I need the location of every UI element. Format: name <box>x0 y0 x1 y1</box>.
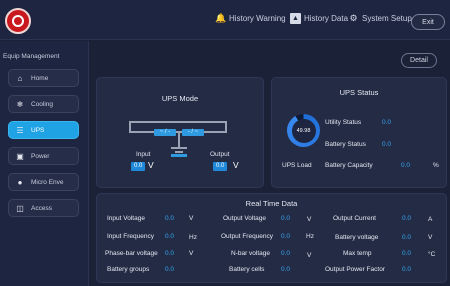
drop-icon: ● <box>17 177 23 187</box>
rectifier-module: ~ / - <box>154 129 176 136</box>
exit-button[interactable]: Exit <box>411 14 445 30</box>
sidebar-item-ups[interactable]: ☰ UPS <box>8 121 79 139</box>
bell-icon: 🔔 <box>215 13 227 23</box>
ups-mode-title: UPS Mode <box>161 94 199 103</box>
sidebar-item-cooling[interactable]: ❄ Cooling <box>8 95 79 113</box>
rt-label: Phase-bar voltage <box>105 250 158 257</box>
battery-capacity-value: 0.0 <box>401 162 411 169</box>
system-setup-link[interactable]: ⚙ System Setup <box>348 13 412 24</box>
rt-label: Battery cells <box>229 266 265 273</box>
main-content: Detail UPS Mode ~ / - - / ~ Input 0.0 V … <box>92 41 450 286</box>
rt-label: Output Voltage <box>223 215 267 222</box>
battery-status-value: 0.0 <box>382 141 392 148</box>
power-icon: ▣ <box>16 151 24 161</box>
battery-symbol-top <box>171 147 187 149</box>
sidebar-item-access[interactable]: ◫ Access <box>8 199 79 217</box>
sidebar-item-label: Home <box>31 74 49 82</box>
sidebar-item-label: Power <box>31 152 50 160</box>
battery-symbol-bottom <box>175 151 183 153</box>
sidebar-item-power[interactable]: ▣ Power <box>8 147 79 165</box>
rt-value: 0.0 <box>281 215 291 222</box>
sidebar-item-micro-enve[interactable]: ● Micro Enve <box>8 173 79 191</box>
history-warning-link[interactable]: 🔔 History Warning <box>215 13 286 24</box>
rt-label: Battery groups <box>107 266 150 273</box>
rt-value: 0.0 <box>281 266 291 273</box>
rt-value: 0.0 <box>402 215 412 222</box>
ups-load-gauge: 49.98 <box>287 114 320 147</box>
history-data-label: History Data <box>304 14 349 23</box>
home-icon: ⌂ <box>17 73 23 83</box>
rt-label: Battery voltage <box>335 234 379 241</box>
input-value: 0.0 <box>131 162 146 171</box>
battery-link <box>178 133 180 147</box>
input-unit: V <box>148 160 154 170</box>
brand-logo <box>5 8 31 34</box>
rt-unit: V <box>307 216 312 223</box>
rt-unit: V <box>189 215 194 222</box>
history-data-link[interactable]: ▲ History Data <box>290 13 348 24</box>
ups-status-title: UPS Status <box>339 88 379 97</box>
rt-unit: A <box>428 216 433 223</box>
sidebar-item-label: UPS <box>31 126 45 134</box>
rt-value: 0.0 <box>402 234 412 241</box>
rt-label: Output Frequency <box>221 233 274 240</box>
rt-value: 0.0 <box>165 266 175 273</box>
sidebar-item-label: Micro Enve <box>31 178 64 186</box>
system-setup-label: System Setup <box>362 14 412 23</box>
sidebar-item-home[interactable]: ⌂ Home <box>8 69 79 87</box>
rt-value: 0.0 <box>281 233 291 240</box>
detail-button[interactable]: Detail <box>401 53 437 68</box>
top-bar: 🔔 History Warning ▲ History Data ⚙ Syste… <box>0 0 450 40</box>
ups-load-value: 49.98 <box>291 118 316 143</box>
sidebar: Equip Management ⌂ Home ❄ Cooling ☰ UPS … <box>0 41 89 286</box>
rt-label: Output Current <box>333 215 376 222</box>
battery-status-label: Battery Status <box>325 141 366 148</box>
rt-unit: V <box>428 234 433 241</box>
chart-icon: ▲ <box>290 13 301 24</box>
output-label: Output <box>210 151 230 158</box>
rt-value: 0.0 <box>281 250 291 257</box>
rt-value: 0.0 <box>402 266 412 273</box>
ups-load-label: UPS Load <box>282 162 312 169</box>
rt-value: 0.0 <box>165 215 175 222</box>
output-value: 0.0 <box>213 162 228 171</box>
upper-bus-line <box>129 121 227 123</box>
ups-icon: ☰ <box>16 125 24 135</box>
rt-unit: V <box>189 250 194 257</box>
rt-unit: Hz <box>189 234 197 241</box>
rt-unit: V <box>307 252 312 259</box>
rt-label: Output Power Factor <box>325 266 385 273</box>
gear-icon: ⚙ <box>349 13 358 23</box>
sidebar-title: Equip Management <box>3 53 60 60</box>
rt-value: 0.0 <box>165 250 175 257</box>
battery-bar <box>171 154 187 157</box>
inverter-module: - / ~ <box>182 129 204 136</box>
history-warning-label: History Warning <box>229 14 286 23</box>
utility-status-value: 0.0 <box>382 119 392 126</box>
battery-capacity-unit: % <box>433 162 439 169</box>
real-time-data-panel: Real Time Data Input Voltage 0.0 V Outpu… <box>96 193 447 283</box>
rt-label: Max temp <box>343 250 372 257</box>
sidebar-item-label: Access <box>31 204 52 212</box>
rt-label: N-bar voltage <box>231 250 271 257</box>
input-label: Input <box>136 151 151 158</box>
rt-unit: Hz <box>306 233 314 240</box>
utility-status-label: Utility Status <box>325 119 362 126</box>
output-unit: V <box>233 160 239 170</box>
rt-label: Input Voltage <box>107 215 145 222</box>
access-icon: ◫ <box>16 203 24 213</box>
rt-value: 0.0 <box>165 233 175 240</box>
battery-capacity-label: Battery Capacity <box>325 162 373 169</box>
rt-value: 0.0 <box>402 250 412 257</box>
rt-unit: °C <box>428 251 436 258</box>
rt-label: Input Frequency <box>107 233 154 240</box>
ups-mode-panel: UPS Mode ~ / - - / ~ Input 0.0 V Output … <box>96 77 264 188</box>
snowflake-icon: ❄ <box>16 99 24 109</box>
sidebar-item-label: Cooling <box>31 100 54 108</box>
real-time-data-title: Real Time Data <box>245 199 298 208</box>
